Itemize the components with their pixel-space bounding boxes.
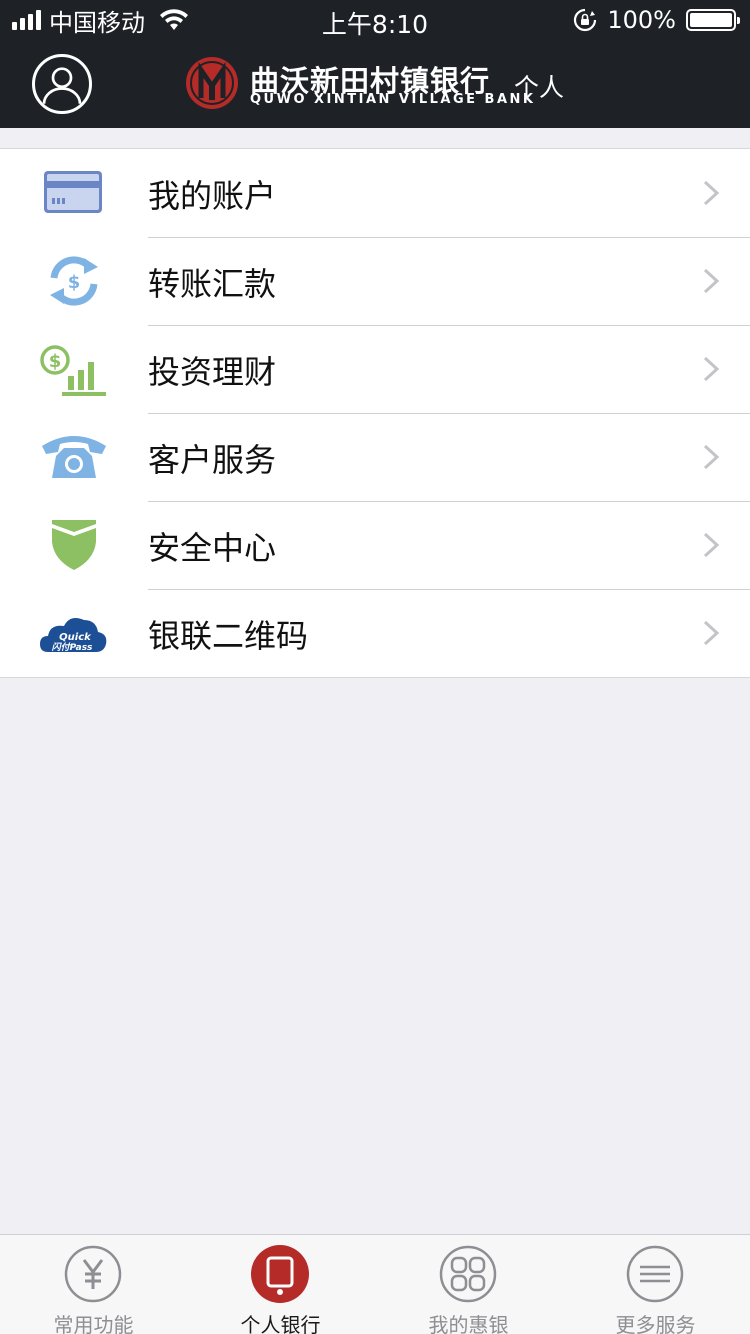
menu-item-label: 安全中心	[148, 529, 277, 567]
section-label: 个人	[514, 73, 565, 102]
bank-logo-icon	[186, 57, 238, 109]
chevron-right-icon	[703, 532, 720, 558]
tab-label: 个人银行	[240, 1313, 321, 1334]
menu-item-label: 投资理财	[148, 353, 277, 391]
grid-icon	[439, 1245, 497, 1303]
tab-bar: 常用功能 个人银行 我的惠银 更多服务	[0, 1234, 750, 1334]
orientation-lock-icon	[574, 8, 597, 32]
menu-item-security-center[interactable]: 安全中心	[0, 501, 750, 589]
menu-item-customer-service[interactable]: 客户服务	[0, 413, 750, 501]
status-bar: 中国移动 上午8:10 100%	[0, 0, 750, 40]
nav-bar: 曲沃新田村镇银行 QUWO XINTIAN VILLAGE BANK 个人	[0, 40, 750, 128]
bank-name-en: QUWO XINTIAN VILLAGE BANK	[250, 92, 536, 107]
menu-list: 我的账户 $ 转账汇款 $ 投资理财 客户服务 安全中心 Quick 闪付Pas…	[0, 148, 750, 678]
menu-item-investment[interactable]: $ 投资理财	[0, 325, 750, 413]
menu-item-label: 银联二维码	[148, 617, 309, 655]
menu-item-label: 我的账户	[148, 177, 277, 215]
menu-item-label: 转账汇款	[148, 265, 277, 303]
menu-lines-icon	[626, 1245, 684, 1303]
phone-icon	[251, 1245, 309, 1303]
battery-icon	[686, 9, 740, 31]
svg-text:$: $	[49, 351, 62, 372]
menu-item-my-account[interactable]: 我的账户	[0, 149, 750, 237]
telephone-icon	[42, 436, 106, 478]
bank-card-icon	[44, 171, 102, 213]
chevron-right-icon	[703, 444, 720, 470]
tab-label: 我的惠银	[428, 1313, 509, 1334]
status-right: 100%	[573, 6, 740, 34]
chevron-right-icon	[703, 620, 720, 646]
user-avatar-button[interactable]	[32, 54, 92, 114]
tab-label: 更多服务	[615, 1313, 696, 1334]
tab-label: 常用功能	[53, 1313, 134, 1334]
svg-text:$: $	[68, 272, 81, 293]
transfer-icon: $	[50, 256, 98, 306]
svg-text:闪付Pass: 闪付Pass	[52, 642, 93, 653]
tab-more-services[interactable]: 更多服务	[562, 1235, 749, 1334]
tab-personal-banking[interactable]: 个人银行	[187, 1235, 374, 1334]
user-icon	[42, 67, 82, 104]
header: 中国移动 上午8:10 100% 曲沃新田村镇银行 QUWO XINTIAN V…	[0, 0, 750, 128]
chevron-right-icon	[703, 180, 720, 206]
menu-item-label: 客户服务	[148, 441, 277, 479]
tab-my-benefits[interactable]: 我的惠银	[375, 1235, 562, 1334]
menu-item-transfer[interactable]: $ 转账汇款	[0, 237, 750, 325]
shield-icon	[52, 520, 96, 570]
tab-common-functions[interactable]: 常用功能	[0, 1235, 187, 1334]
quickpass-icon: Quick 闪付Pass	[40, 618, 107, 653]
chevron-right-icon	[703, 268, 720, 294]
battery-fill	[690, 13, 732, 27]
battery-percent: 100%	[607, 6, 676, 34]
investment-icon: $	[40, 345, 106, 396]
yuan-icon	[64, 1245, 122, 1303]
chevron-right-icon	[703, 356, 720, 382]
menu-item-unionpay-qr[interactable]: Quick 闪付Pass 银联二维码	[0, 589, 750, 677]
svg-text:Quick: Quick	[59, 632, 92, 643]
